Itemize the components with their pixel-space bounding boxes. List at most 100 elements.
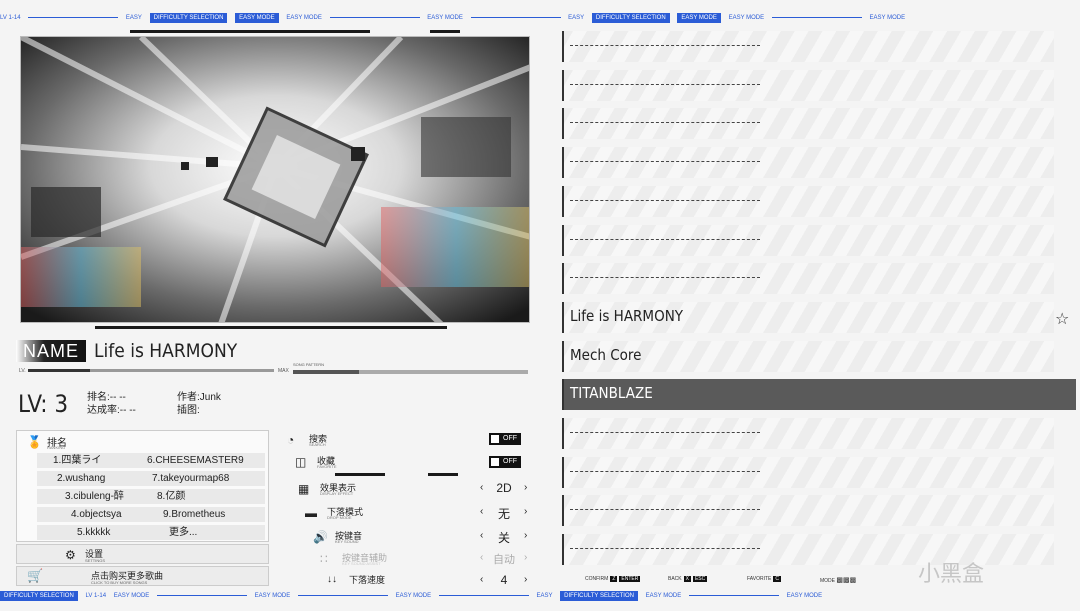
author-info: 作者:Junk <box>177 392 221 403</box>
song-pattern-fill <box>293 370 359 374</box>
search-icon: ◔ <box>287 433 295 447</box>
confirm-key-2: ENTER <box>619 576 641 582</box>
name-tag: NAME <box>16 340 86 362</box>
placeholder-dash <box>570 509 760 510</box>
song-list-item[interactable]: TITANBLAZE <box>562 379 1076 410</box>
key-sound-value: 关 <box>497 531 510 545</box>
song-info-row: LV: 3 排名:-- -- 达成率:-- -- 作者:Junk 插图: <box>16 386 534 424</box>
ranking-entry[interactable]: 6.CHEESEMASTER9 <box>147 453 244 468</box>
ranking-entry[interactable]: 2.wushang <box>57 471 105 486</box>
cover-bottom-bar <box>95 326 447 329</box>
lv-progress-bar <box>28 369 274 372</box>
arrow-right-icon[interactable]: › <box>524 482 527 493</box>
ticker-mode-6: EASY MODE <box>869 15 906 21</box>
ranking-entry[interactable]: 9.Brometheus <box>163 507 225 522</box>
search-toggle[interactable]: OFF <box>489 433 521 445</box>
ticker-line <box>156 594 247 596</box>
toggle-knob <box>491 458 499 466</box>
arrow-right-icon[interactable]: › <box>524 530 527 541</box>
ranking-row: 4.objectsya 9.Brometheus <box>37 507 265 522</box>
ranking-entry[interactable]: 5.kkkkk <box>77 525 110 540</box>
song-list-placeholder[interactable] <box>562 263 1054 294</box>
song-list-item[interactable]: Life is HARMONY <box>562 302 1054 333</box>
ticker-mode-5: EASY MODE <box>728 15 765 21</box>
key-sound-option[interactable]: 🔊 按键音 KEY SOUND ‹ 关 › <box>313 528 535 548</box>
waveform-icon: ∷ <box>320 552 328 566</box>
song-list-placeholder[interactable] <box>562 70 1054 101</box>
speaker-icon: 🔊 <box>313 530 328 544</box>
effect-icon: ▦ <box>298 482 310 496</box>
song-list-placeholder[interactable] <box>562 225 1054 256</box>
arrow-left-icon[interactable]: ‹ <box>480 482 483 493</box>
drop-mode-icon: ▬ <box>305 506 317 520</box>
confirm-key: Z <box>610 576 618 582</box>
drop-mode-option[interactable]: ▬ 下落模式 DROP MODE ‹ 无 › <box>305 504 535 524</box>
ranking-entry[interactable]: 3.cibuleng-醉 <box>65 489 124 504</box>
cover-illustration <box>21 37 529 322</box>
search-sub: SEARCH <box>309 442 326 447</box>
ranking-subtitle: RANKING <box>47 445 66 450</box>
ranking-more-link[interactable]: 更多... <box>169 525 197 540</box>
favorite-key: C <box>773 576 781 582</box>
display-effect-option[interactable]: ▦ 效果表示 DISPLAY EFFECT ‹ 2D › <box>298 480 535 500</box>
ranking-entry[interactable]: 4.objectsya <box>71 507 122 522</box>
arrow-right-icon[interactable]: › <box>524 574 527 585</box>
ticker-mode-10: EASY MODE <box>645 593 682 599</box>
drop-mode-value: 无 <box>497 507 510 521</box>
ranking-entry[interactable]: 8.亿颜 <box>157 489 185 504</box>
mode-hint: MODE ▩▩▩ <box>820 576 856 584</box>
settings-sub: SETTINGS <box>85 558 106 563</box>
ranking-entry[interactable]: 1.四葉ライ <box>53 453 101 468</box>
song-list-placeholder[interactable] <box>562 457 1054 488</box>
favorite-icon: ◫ <box>295 455 307 469</box>
song-pattern-label: SONG PATTERN <box>293 362 324 367</box>
favorite-toggle[interactable]: OFF <box>489 456 521 468</box>
placeholder-dash <box>570 84 760 85</box>
arrow-left-icon[interactable]: ‹ <box>480 552 483 563</box>
ranking-row: 1.四葉ライ 6.CHEESEMASTER9 <box>37 453 265 468</box>
ranking-entry[interactable]: 7.takeyourmap68 <box>152 471 229 486</box>
drop-speed-value: 4 <box>500 573 508 586</box>
watermark: 小黑盒 <box>918 561 985 586</box>
drop-speed-label: 下落速度 <box>349 575 386 585</box>
mode-grid-icon: ▩▩▩ <box>836 577 857 584</box>
achievement-info: 达成率:-- -- <box>87 405 136 416</box>
ticker-mode: EASY MODE <box>235 13 279 23</box>
song-list-placeholder[interactable] <box>562 108 1054 139</box>
song-list-item[interactable]: Mech Core <box>562 341 1054 372</box>
song-list-placeholder[interactable] <box>562 495 1054 526</box>
search-toggle-value: OFF <box>503 435 517 442</box>
song-list-placeholder[interactable] <box>562 31 1054 62</box>
display-effect-sub: DISPLAY EFFECT <box>320 491 354 496</box>
arrow-right-icon[interactable]: › <box>524 506 527 517</box>
song-list-title: TITANBLAZE <box>570 384 653 402</box>
key-sound-assist-option[interactable]: ∷ 按键音辅助 KEY SOUND ASSIST ‹ 自动 › <box>320 550 535 570</box>
ticker-line <box>771 16 862 18</box>
song-pattern-bar <box>293 370 528 374</box>
arrow-left-icon[interactable]: ‹ <box>480 506 483 517</box>
rank-info: 排名:-- -- <box>87 392 126 403</box>
search-option[interactable]: ◔ 搜索 SEARCH OFF <box>287 431 535 451</box>
placeholder-dash <box>570 432 760 433</box>
ticker-selection-2: DIFFICULTY SELECTION <box>591 13 670 23</box>
placeholder-dash <box>570 471 760 472</box>
ticker-line <box>438 594 529 596</box>
ticker-line <box>688 594 779 596</box>
favorite-star-icon[interactable]: ☆ <box>1055 309 1069 329</box>
song-list-placeholder[interactable] <box>562 147 1054 178</box>
ranking-row: 2.wushang 7.takeyourmap68 <box>37 471 265 486</box>
cover-top-bar <box>130 30 370 33</box>
top-ticker: LV 1-14 EASY DIFFICULTY SELECTION EASY M… <box>0 13 1080 23</box>
buy-songs-button[interactable]: 🛒 点击购买更多歌曲 CLICK TO BUY MORE SONGS <box>16 566 269 586</box>
drop-speed-option[interactable]: ↓↓ 下落速度 ‹ 4 › <box>327 572 535 586</box>
settings-button[interactable]: ⚙ 设置 SETTINGS <box>16 544 269 564</box>
song-list-placeholder[interactable] <box>562 418 1054 449</box>
arrow-left-icon[interactable]: ‹ <box>480 530 483 541</box>
arrow-left-icon[interactable]: ‹ <box>480 574 483 585</box>
gear-icon: ⚙ <box>65 548 76 562</box>
favorite-option[interactable]: ◫ 收藏 FAVORITE OFF <box>295 453 535 473</box>
arrow-right-icon[interactable]: › <box>524 552 527 563</box>
cover-top-dashes <box>430 30 460 33</box>
song-list-placeholder[interactable] <box>562 186 1054 217</box>
toggle-knob <box>491 435 499 443</box>
